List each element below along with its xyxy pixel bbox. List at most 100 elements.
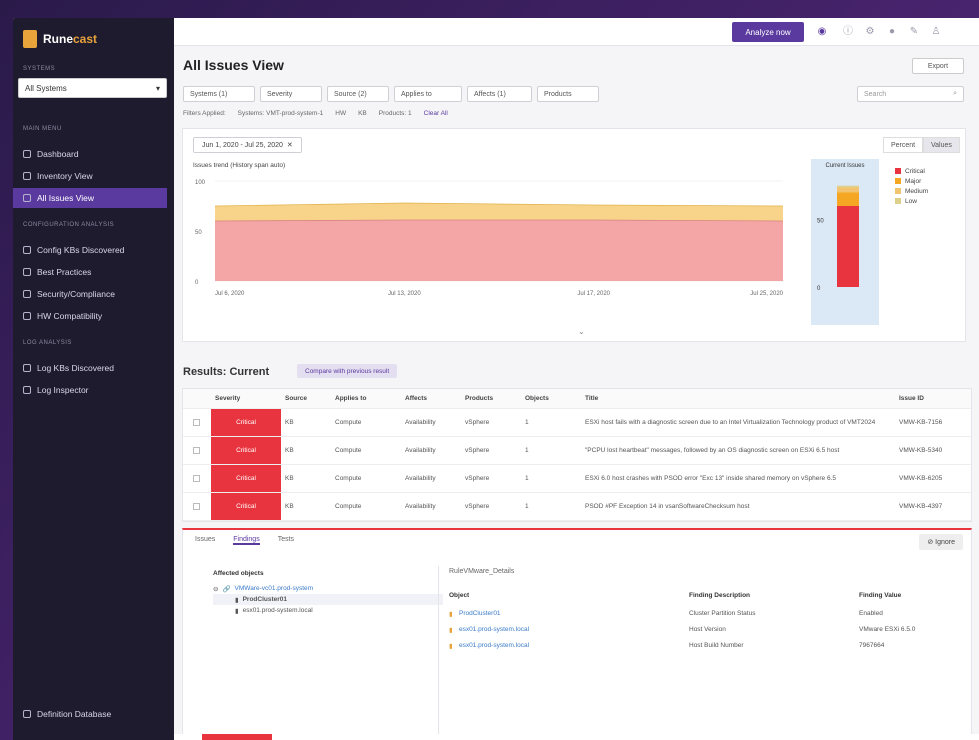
chart-legend: Critical Major Medium Low	[895, 166, 928, 206]
legend-swatch	[895, 188, 901, 194]
chevron-down-icon: ▾	[155, 84, 160, 93]
tab-findings[interactable]: Findings	[233, 536, 260, 545]
table-row[interactable]: Critical KB Compute Availability vSphere 1 PSO…	[183, 493, 971, 521]
col-severity[interactable]: Severity	[211, 389, 240, 408]
sidebar-item-definition-db[interactable]: Definition Database	[13, 704, 167, 724]
finding-value: Enabled	[859, 610, 883, 617]
filter-severity[interactable]: Severity	[260, 86, 322, 102]
tree-item-label: ProdCluster01	[242, 596, 288, 603]
tab-tests[interactable]: Tests	[278, 536, 294, 545]
settings-icon[interactable]: ⚙	[864, 26, 876, 38]
table-row[interactable]: Critical KB Compute Availability vSphere 1 ESX…	[183, 465, 971, 493]
bar-y-tick: 50	[817, 219, 824, 225]
main-content: All Issues View Export Systems (1) Sever…	[174, 46, 979, 740]
table-row[interactable]: Critical KB Compute Availability vSphere 1 "PC…	[183, 437, 971, 465]
tree-item[interactable]: ▮ ProdCluster01	[213, 594, 443, 605]
tree-item[interactable]: ⊖ 🔗 VMWare-vc01.prod-system	[213, 583, 443, 594]
cell-id: VMW-KB-7156	[899, 419, 943, 426]
filter-products[interactable]: Products	[537, 86, 599, 102]
kb-icon	[23, 246, 31, 254]
applied-chip[interactable]: Products: 1	[379, 110, 412, 117]
compare-button[interactable]: Compare with previous result	[297, 364, 398, 378]
col-title[interactable]: Title	[581, 389, 598, 408]
chat-icon[interactable]: ●	[886, 26, 898, 38]
chart-card: Jun 1, 2020 - Jul 25, 2020 ✕ Percent Val…	[182, 128, 966, 342]
filter-source[interactable]: Source (2)	[327, 86, 389, 102]
sidebar-item-label: All Issues View	[37, 193, 95, 203]
chevron-down-icon[interactable]: ⌄	[578, 327, 585, 336]
sidebar-item-log-kbs[interactable]: Log KBs Discovered	[13, 358, 167, 378]
sidebar-item-best-practices[interactable]: Best Practices	[13, 262, 167, 282]
applied-chip[interactable]: KB	[358, 110, 367, 117]
row-checkbox[interactable]	[193, 475, 200, 482]
legend-swatch	[895, 198, 901, 204]
row-checkbox[interactable]	[193, 503, 200, 510]
search-input[interactable]: Search ⌕	[857, 86, 964, 102]
bottom-row-hint	[174, 734, 979, 740]
date-range-picker[interactable]: Jun 1, 2020 - Jul 25, 2020 ✕	[193, 137, 302, 153]
logo-icon	[23, 30, 37, 48]
ignore-button[interactable]: ⊘ Ignore	[919, 534, 963, 550]
col-applies-to[interactable]: Applies to	[331, 389, 366, 408]
finding-object[interactable]: ProdCluster01	[459, 610, 501, 617]
finding-description: Host Version	[689, 626, 726, 633]
col-issue-id[interactable]: Issue ID	[895, 389, 924, 408]
section-log-analysis: LOG ANALYSIS	[23, 340, 72, 346]
sidebar-item-log-inspector[interactable]: Log Inspector	[13, 380, 167, 400]
sidebar-item-dashboard[interactable]: Dashboard	[13, 144, 167, 164]
sidebar-item-label: HW Compatibility	[37, 311, 103, 321]
toggle-percent[interactable]: Percent	[883, 137, 924, 153]
user-icon[interactable]: ♙	[930, 26, 942, 38]
sidebar-item-hw-compat[interactable]: HW Compatibility	[13, 306, 167, 326]
cell-applies: Compute	[335, 475, 362, 482]
export-label: Export	[927, 62, 949, 70]
bar-chart: 50 0	[817, 185, 859, 292]
checkbox-cell	[189, 493, 200, 520]
export-button[interactable]: Export	[912, 58, 964, 74]
section-config-analysis: CONFIGURATION ANALYSIS	[23, 222, 115, 228]
clear-all-link[interactable]: Clear All	[424, 110, 448, 117]
sidebar-item-security[interactable]: Security/Compliance	[13, 284, 167, 304]
table-row[interactable]: Critical KB Compute Availability vSphere 1 ESX…	[183, 409, 971, 437]
finding-description: Cluster Partition Status	[689, 610, 756, 617]
tab-issues[interactable]: Issues	[195, 536, 215, 545]
applied-chip[interactable]: Systems: VMT-prod-system-1	[238, 110, 324, 117]
findings-col-value: Finding Value	[859, 592, 902, 599]
col-affects[interactable]: Affects	[401, 389, 427, 408]
finding-object[interactable]: esx01.prod-system.local	[459, 642, 529, 649]
filter-applies-to[interactable]: Applies to	[394, 86, 462, 102]
eye-icon[interactable]: ◉	[816, 26, 828, 38]
issues-table: Severity Source Applies to Affects Produ…	[182, 388, 972, 522]
sidebar-item-inventory[interactable]: Inventory View	[13, 166, 167, 186]
legend-item: Major	[895, 176, 928, 186]
bar-segment-major	[837, 192, 859, 206]
col-products[interactable]: Products	[461, 389, 493, 408]
close-icon[interactable]: ✕	[287, 141, 293, 149]
info-icon[interactable]: ⓘ	[842, 26, 854, 38]
row-checkbox[interactable]	[193, 447, 200, 454]
row-checkbox[interactable]	[193, 419, 200, 426]
page-title: All Issues View	[183, 57, 284, 73]
col-objects[interactable]: Objects	[521, 389, 549, 408]
legend-label: Critical	[905, 167, 925, 175]
cell-title: PSOD #PF Exception 14 in vsanSoftwareChe…	[585, 503, 750, 510]
sidebar-item-label: Inventory View	[37, 171, 93, 181]
sidebar-item-config-kbs[interactable]: Config KBs Discovered	[13, 240, 167, 260]
findings-panel-title: RuleVMware_Details	[449, 568, 515, 575]
finding-row: ▮ esx01.prod-system.local Host Build Numbe…	[449, 642, 959, 654]
analyze-now-button[interactable]: Analyze now	[732, 22, 804, 42]
sidebar-item-all-issues[interactable]: All Issues View	[13, 188, 167, 208]
system-select[interactable]: All Systems ▾	[18, 78, 167, 98]
cell-products: vSphere	[465, 475, 490, 482]
finding-object[interactable]: esx01.prod-system.local	[459, 626, 529, 633]
filter-bar: Systems (1) Severity Source (2) Applies …	[183, 86, 599, 102]
cell-products: vSphere	[465, 503, 490, 510]
expand-icon[interactable]: ⊖	[213, 585, 218, 593]
toggle-values[interactable]: Values	[923, 137, 960, 153]
applied-chip[interactable]: HW	[335, 110, 346, 117]
edit-icon[interactable]: ✎	[908, 26, 920, 38]
filter-affects[interactable]: Affects (1)	[467, 86, 532, 102]
tree-item[interactable]: ▮ esx01.prod-system.local	[213, 605, 443, 616]
filter-systems[interactable]: Systems (1)	[183, 86, 255, 102]
col-source[interactable]: Source	[281, 389, 307, 408]
